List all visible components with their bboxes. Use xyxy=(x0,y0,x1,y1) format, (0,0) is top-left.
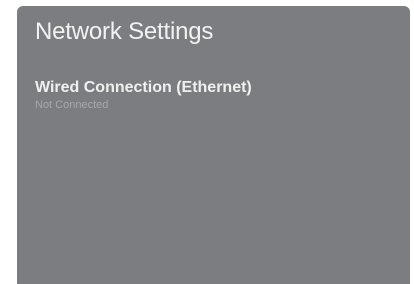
connection-status-text: Not Connected xyxy=(35,99,109,111)
wired-connection-item[interactable]: Wired Connection (Ethernet) Not Connecte… xyxy=(33,74,373,118)
page-title: Network Settings xyxy=(35,18,214,45)
tv-screen: Network Settings Wired Connection (Ether… xyxy=(0,0,414,284)
network-settings-panel: Network Settings Wired Connection (Ether… xyxy=(17,6,410,284)
wired-connection-label: Wired Connection (Ethernet) xyxy=(35,79,252,96)
